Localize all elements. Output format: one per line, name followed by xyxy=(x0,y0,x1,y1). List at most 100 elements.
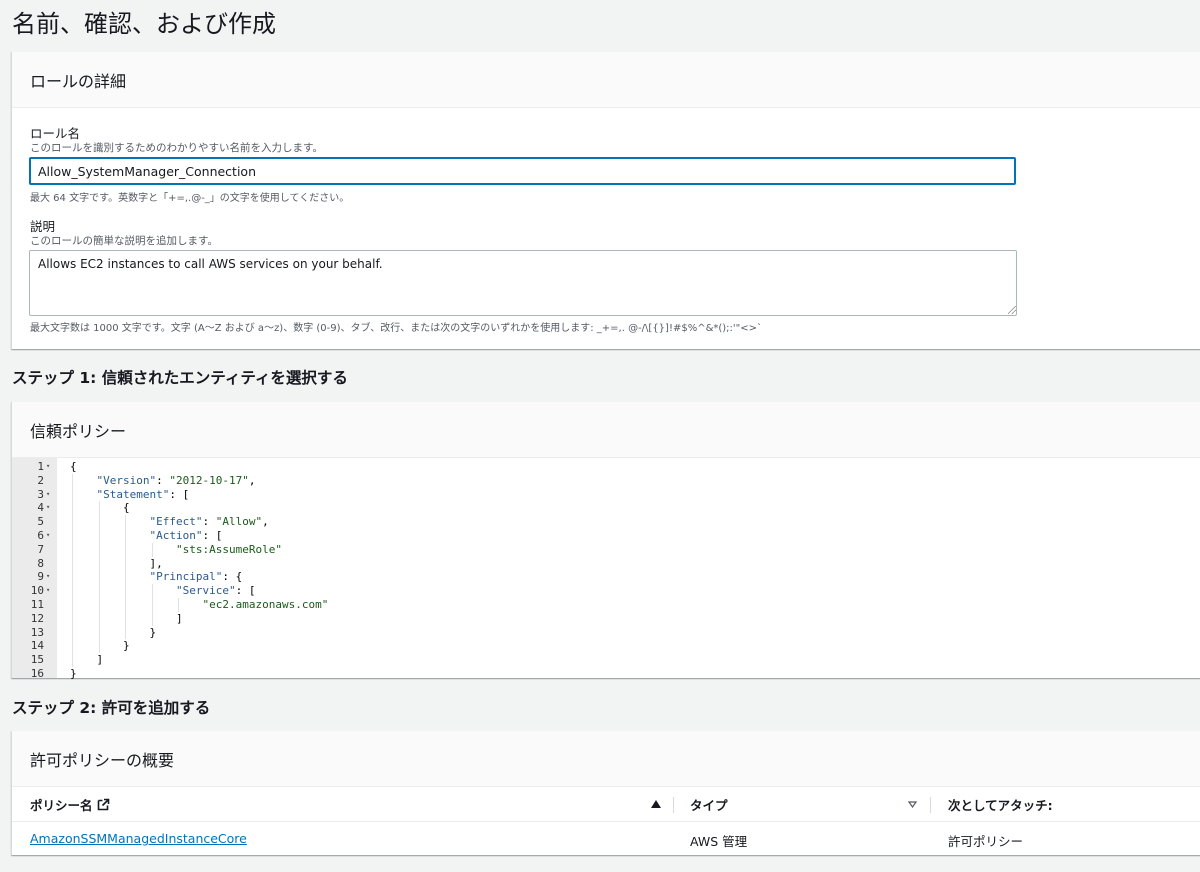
code-line: 14} xyxy=(12,639,1200,653)
column-policy-name-label: ポリシー名 xyxy=(30,797,93,813)
code-text: "Service": [ xyxy=(176,584,256,598)
step1-title: ステップ 1: 信頼されたエンティティを選択する xyxy=(12,369,348,387)
column-separator xyxy=(930,797,931,813)
line-number: 13 xyxy=(30,625,44,639)
policy-attached-as-cell: 許可ポリシー xyxy=(948,834,1024,849)
json-string: "2012-10-17" xyxy=(169,473,249,487)
line-number: 8 xyxy=(37,556,44,570)
code-line: 3 ▾ "Statement": [ xyxy=(12,488,1200,502)
line-number: 5 xyxy=(37,515,44,529)
resize-grip-icon[interactable] xyxy=(1008,306,1016,314)
fold-toggle-icon[interactable]: ▾ xyxy=(46,501,50,515)
permissions-summary-panel: 許可ポリシーの概要 ポリシー名 タイプ 次としてアタッチ: AmazonSSMM… xyxy=(11,731,1200,855)
line-number: 15 xyxy=(30,653,44,667)
description-description: このロールの簡単な説明を追加します。 xyxy=(30,235,218,247)
line-number: 10 xyxy=(30,584,44,598)
line-number: 12 xyxy=(30,611,44,625)
line-number: 2 xyxy=(37,473,44,487)
code-text: "Effect": "Allow", xyxy=(149,515,269,529)
code-line: 5 "Effect": "Allow", xyxy=(12,515,1200,529)
code-line: 8], xyxy=(12,557,1200,571)
indent-guide xyxy=(151,542,153,557)
code-editor[interactable]: 1 ▾{2 "Version": "2012-10-17", 3 ▾ "Statement… xyxy=(12,458,1200,681)
line-number: 4 xyxy=(37,501,44,515)
json-key: "Version" xyxy=(96,473,157,487)
sort-ascending-icon[interactable] xyxy=(651,800,661,808)
code-text: ] xyxy=(96,653,104,667)
json-key: "Action" xyxy=(149,529,203,542)
code-text: { xyxy=(70,460,77,473)
policy-table: ポリシー名 タイプ 次としてアタッチ: AmazonSSMManagedInst… xyxy=(12,787,1200,855)
fold-toggle-icon[interactable]: ▾ xyxy=(46,460,50,474)
table-row: AmazonSSMManagedInstanceCore AWS 管理 許可ポリ… xyxy=(12,822,1200,855)
role-name-input[interactable] xyxy=(29,157,1016,185)
code-text: "Statement": [ xyxy=(96,487,190,501)
json-string: "Allow" xyxy=(215,515,263,529)
code-text: } xyxy=(123,639,130,653)
line-number: 14 xyxy=(30,639,44,653)
column-type[interactable]: タイプ xyxy=(690,787,728,821)
line-number: 1 xyxy=(37,460,44,473)
permissions-summary-header: 許可ポリシーの概要 xyxy=(12,731,1200,787)
fold-toggle-icon[interactable]: ▾ xyxy=(46,488,50,502)
line-number: 11 xyxy=(30,598,44,611)
code-text: ], xyxy=(149,556,163,570)
indent-guide xyxy=(151,584,153,626)
json-key: "Service" xyxy=(176,584,236,598)
code-text: } xyxy=(70,667,77,680)
code-text: "Action": [ xyxy=(149,529,223,542)
code-line: 1 ▾ { xyxy=(12,460,1200,474)
table-header-row: ポリシー名 タイプ 次としてアタッチ: xyxy=(12,787,1200,822)
code-line: 13} xyxy=(12,626,1200,640)
line-number: 3 xyxy=(37,487,44,501)
code-line: 4 ▾ { xyxy=(12,501,1200,515)
line-number: 9 xyxy=(37,570,44,584)
code-text: { xyxy=(123,501,130,515)
code-line: 7 "sts:AssumeRole" xyxy=(12,543,1200,557)
role-details-panel: ロールの詳細 ロール名 このロールを識別するためのわかりやすい名前を入力します。… xyxy=(11,52,1200,349)
code-line: 11 "ec2.amazonaws.com" xyxy=(12,598,1200,612)
code-line: 12] xyxy=(12,612,1200,626)
step2-title: ステップ 2: 許可を追加する xyxy=(12,699,211,717)
description-wrapper xyxy=(12,250,1022,316)
code-line: 15] xyxy=(12,653,1200,667)
json-string: "sts:AssumeRole" xyxy=(176,542,282,556)
column-attached-as[interactable]: 次としてアタッチ: xyxy=(948,787,1053,821)
code-line: 16} xyxy=(12,667,1200,681)
column-type-label: タイプ xyxy=(690,797,728,813)
code-line: 9 ▾ "Principal": { xyxy=(12,570,1200,584)
code-line: 6 ▾ "Action": [ xyxy=(12,529,1200,543)
description-textarea[interactable] xyxy=(29,250,1017,316)
column-policy-name[interactable]: ポリシー名 xyxy=(30,787,110,821)
indent-guide xyxy=(72,473,73,667)
json-key: "Principal" xyxy=(149,570,223,584)
line-number: 16 xyxy=(30,667,44,680)
column-attached-as-label: 次としてアタッチ: xyxy=(948,797,1053,813)
line-number: 6 xyxy=(37,529,44,542)
sort-unsorted-icon[interactable] xyxy=(908,801,917,808)
code-text: } xyxy=(149,625,157,639)
indent-guide xyxy=(98,501,100,654)
page-title: 名前、確認、および作成 xyxy=(12,10,276,38)
column-separator xyxy=(673,797,674,813)
indent-guide xyxy=(178,598,179,612)
fold-toggle-icon[interactable]: ▾ xyxy=(46,584,50,598)
fold-toggle-icon[interactable]: ▾ xyxy=(46,570,50,584)
external-link-icon xyxy=(97,798,109,810)
trust-policy-title: 信頼ポリシー xyxy=(30,421,127,441)
role-details-title: ロールの詳細 xyxy=(30,71,127,91)
description-hint: 最大文字数は 1000 文字です。文字 (A〜Z および a〜z)、数字 (0-… xyxy=(30,323,763,334)
code-line: 10 ▾ "Service": [ xyxy=(12,584,1200,598)
role-details-header: ロールの詳細 xyxy=(12,52,1200,108)
policy-name-link[interactable]: AmazonSSMManagedInstanceCore xyxy=(30,831,247,846)
role-name-description: このロールを識別するためのわかりやすい名前を入力します。 xyxy=(30,142,323,154)
policy-type-cell: AWS 管理 xyxy=(690,834,748,849)
fold-toggle-icon[interactable]: ▾ xyxy=(46,529,50,543)
role-name-hint: 最大 64 文字です。英数字と「+=,.@-_」の文字を使用してください。 xyxy=(30,193,350,204)
permissions-summary-title: 許可ポリシーの概要 xyxy=(30,750,175,770)
code-text: "Principal": { xyxy=(149,570,243,584)
json-string: "ec2.amazonaws.com" xyxy=(202,598,329,611)
code-text: "sts:AssumeRole" xyxy=(176,543,282,557)
indent-guide xyxy=(125,515,126,640)
json-key: "Statement" xyxy=(96,487,170,501)
